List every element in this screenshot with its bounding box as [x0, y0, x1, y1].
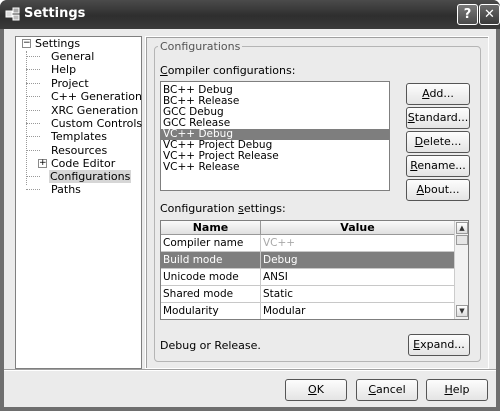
mnemonic: C [160, 64, 168, 77]
tree-item-code-editor[interactable]: Code Editor [50, 157, 116, 170]
cell-value[interactable]: ANSI [261, 269, 455, 285]
scroll-down-icon[interactable]: ▼ [456, 305, 468, 317]
cell-value[interactable]: VC++ [261, 235, 455, 251]
button-label: K [316, 383, 324, 396]
mnemonic: D [414, 135, 424, 148]
settings-tree[interactable]: − Settings General Help Project C++ Gene… [15, 36, 142, 369]
table-row-selected[interactable]: Build mode Debug [161, 252, 455, 269]
button-label: dd... [429, 87, 454, 100]
configurations-panel: Configurations Compiler configurations: … [145, 36, 489, 369]
add-button[interactable]: Add... [406, 83, 470, 105]
ok-button[interactable]: OK [285, 379, 347, 401]
tree-connector [26, 136, 40, 137]
cell-name: Unicode mode [163, 271, 239, 283]
standard-button[interactable]: Standard... [406, 107, 470, 129]
close-icon[interactable]: ✕ [479, 4, 500, 25]
cell-value[interactable]: Static [261, 286, 455, 302]
rename-button[interactable]: Rename... [406, 155, 470, 177]
button-label: elete... [423, 135, 462, 148]
tree-item-custom-controls[interactable]: Custom Controls [50, 117, 143, 130]
help-button[interactable]: Help [426, 379, 488, 401]
help-icon[interactable]: ? [457, 4, 478, 25]
tree-item-cpp-generation[interactable]: C++ Generation [50, 90, 143, 103]
about-button[interactable]: About... [406, 179, 470, 201]
configuration-settings-grid[interactable]: Name Value Compiler name VC++ Build mode… [160, 220, 469, 320]
mnemonic: S [407, 111, 415, 124]
button-label: elp [452, 383, 470, 396]
cell-name: Modularity [163, 305, 219, 317]
tree-item-xrc-generation[interactable]: XRC Generation [50, 104, 139, 117]
tree-item-settings[interactable]: Settings [34, 37, 81, 50]
compiler-configurations-list[interactable]: BC++ Debug BC++ Release GCC Debug GCC Re… [160, 81, 390, 191]
tree-item-project[interactable]: Project [50, 77, 90, 90]
button-label: xpand... [420, 338, 465, 351]
tree-connector [26, 51, 27, 185]
scroll-thumb[interactable] [456, 235, 468, 245]
table-row[interactable]: Unicode mode ANSI [161, 269, 455, 286]
title-bar[interactable]: Settings ? ✕ [0, 0, 500, 29]
cell-name: Shared mode [163, 288, 234, 300]
tree-item-resources[interactable]: Resources [50, 144, 108, 157]
dialog-client: − Settings General Help Project C++ Gene… [4, 29, 496, 407]
mnemonic: H [444, 383, 453, 396]
table-row[interactable]: Modularity Modular [161, 303, 455, 319]
column-header-value[interactable]: Value [261, 221, 455, 235]
mnemonic: C [368, 383, 377, 396]
tree-connector [26, 150, 40, 151]
app-icon [5, 7, 20, 21]
table-row[interactable]: Compiler name VC++ [161, 235, 455, 252]
label-text: Configuration [160, 202, 239, 215]
window-title: Settings [24, 6, 86, 21]
tree-connector [26, 176, 40, 177]
table-row[interactable]: Shared mode Static [161, 286, 455, 303]
label-text: ompiler configurations: [167, 64, 296, 77]
tree-connector [26, 69, 40, 70]
button-label: tandard... [414, 111, 469, 124]
tree-connector [26, 83, 40, 84]
delete-button[interactable]: Delete... [406, 131, 470, 153]
grid-scrollbar[interactable]: ▲ ▼ [454, 221, 468, 319]
list-item[interactable]: VC++ Release [161, 162, 389, 173]
cancel-button[interactable]: Cancel [356, 379, 418, 401]
column-header-name[interactable]: Name [161, 221, 261, 235]
footer-separator [4, 369, 496, 371]
cell-name: Compiler name [163, 237, 244, 249]
mnemonic: O [308, 383, 317, 396]
cell-name: Build mode [161, 252, 260, 268]
expand-icon[interactable]: + [38, 159, 47, 168]
tree-connector [26, 123, 40, 124]
tree-item-configurations[interactable]: Configurations [49, 170, 132, 183]
tree-item-templates[interactable]: Templates [50, 130, 108, 143]
settings-window: Settings ? ✕ − Settings General Help Pro… [0, 0, 500, 411]
configuration-settings-label: Configuration settings: [160, 202, 286, 215]
scroll-up-icon[interactable]: ▲ [456, 222, 468, 234]
expand-button[interactable]: Expand... [408, 334, 470, 356]
tree-item-paths[interactable]: Paths [50, 183, 82, 196]
label-text: ettings: [243, 202, 286, 215]
cell-value[interactable]: Modular [261, 303, 455, 319]
tree-item-general[interactable]: General [50, 50, 95, 63]
tree-connector [26, 110, 40, 111]
tree-connector [26, 96, 40, 97]
setting-description: Debug or Release. [160, 339, 261, 352]
button-label: bout... [424, 183, 460, 196]
group-title: Configurations [158, 40, 243, 53]
button-label: ancel [376, 383, 406, 396]
mnemonic: A [416, 183, 425, 196]
collapse-icon[interactable]: − [22, 39, 31, 48]
tree-item-help[interactable]: Help [50, 63, 77, 76]
compiler-configurations-label: Compiler configurations: [160, 64, 295, 77]
tree-connector [26, 56, 40, 57]
tree-connector [26, 189, 40, 190]
button-label: ename... [417, 159, 466, 172]
cell-value[interactable]: Debug [261, 252, 455, 268]
